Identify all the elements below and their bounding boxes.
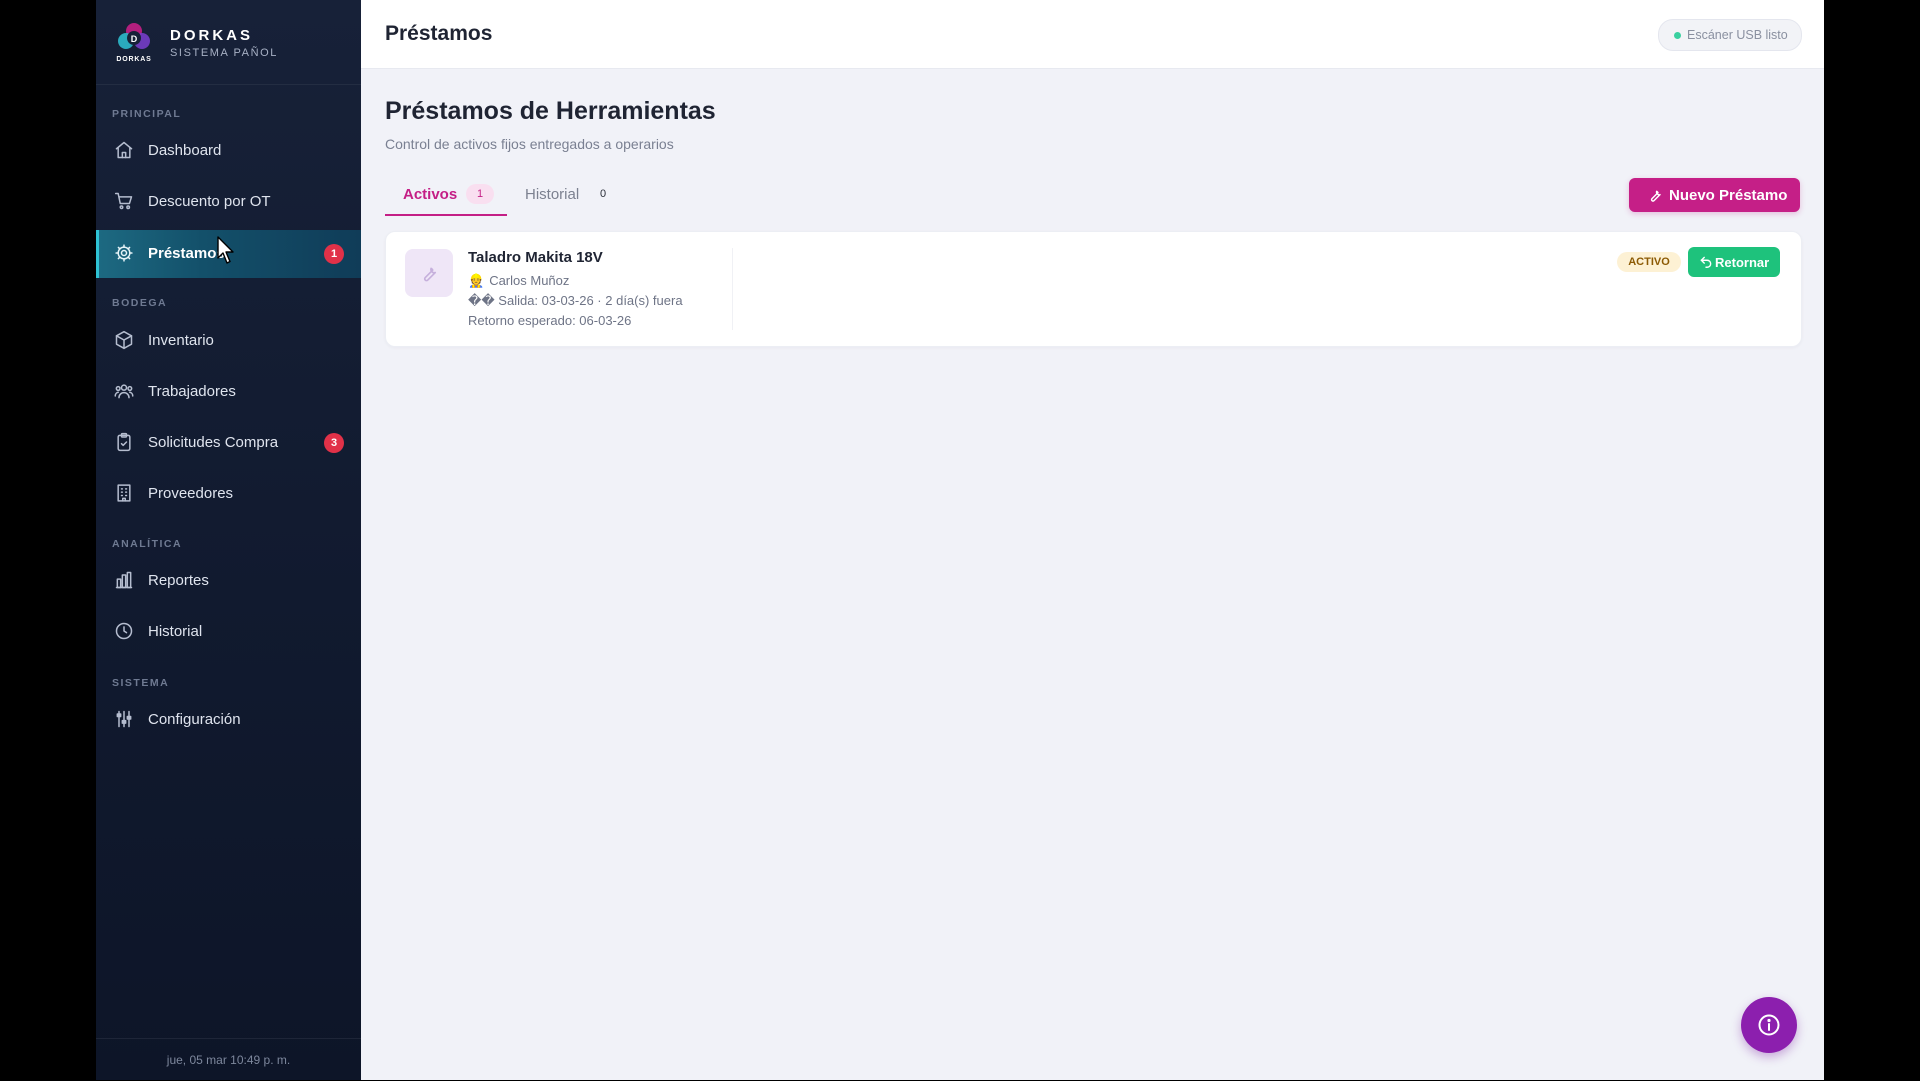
departure-info: Salida: 03-03-26 · 2 día(s) fuera bbox=[498, 293, 683, 308]
sidebar-item-solicitudes-compra[interactable]: Solicitudes Compra 3 bbox=[96, 419, 361, 467]
info-fab-button[interactable] bbox=[1741, 997, 1797, 1053]
topbar: Préstamos Escáner USB listo bbox=[361, 0, 1824, 69]
tab-label: Activos bbox=[403, 186, 458, 203]
return-arrow-icon bbox=[1699, 255, 1713, 269]
box-icon bbox=[114, 330, 134, 350]
sidebar-item-label: Trabajadores bbox=[148, 383, 236, 400]
clock-icon bbox=[114, 621, 134, 641]
tab-activos[interactable]: Activos 1 bbox=[385, 176, 507, 216]
worker-line: 👷 Carlos Muñoz bbox=[468, 273, 569, 289]
clipboard-icon bbox=[114, 432, 134, 452]
brand-subtitle: SISTEMA PAÑOL bbox=[170, 47, 279, 59]
tab-count-badge: 0 bbox=[599, 188, 607, 200]
return-label: Retornar bbox=[1715, 255, 1770, 270]
gear-icon bbox=[114, 243, 134, 263]
brand-title: DORKAS bbox=[170, 27, 254, 44]
logo: D DORKAS bbox=[114, 20, 154, 64]
sidebar-item-descuento-por-ot[interactable]: Descuento por OT bbox=[96, 178, 361, 226]
page-subtitle: Control de activos fijos entregados a op… bbox=[385, 136, 674, 152]
topbar-title: Préstamos bbox=[385, 22, 493, 45]
page-title: Préstamos de Herramientas bbox=[385, 97, 716, 125]
section-title-bodega: BODEGA bbox=[112, 297, 168, 309]
sidebar: D DORKAS DORKAS SISTEMA PAÑOL PRINCIPAL … bbox=[96, 0, 361, 1080]
sidebar-item-inventario[interactable]: Inventario bbox=[96, 317, 361, 365]
sidebar-item-label: Inventario bbox=[148, 332, 214, 349]
return-button[interactable]: Retornar bbox=[1688, 247, 1780, 277]
main-content: Préstamos Escáner USB listo Préstamos de… bbox=[361, 0, 1824, 1080]
home-icon bbox=[114, 140, 134, 160]
worker-icon: 👷 bbox=[468, 273, 485, 288]
right-letterbox bbox=[1824, 0, 1920, 1080]
sidebar-item-label: Dashboard bbox=[148, 142, 222, 159]
status-dot-icon bbox=[1674, 32, 1681, 39]
sidebar-datetime: jue, 05 mar 10:49 p. m. bbox=[96, 1038, 361, 1081]
app-window: D DORKAS DORKAS SISTEMA PAÑOL PRINCIPAL … bbox=[0, 0, 1920, 1080]
calendar-icon: �� bbox=[468, 293, 495, 308]
expected-return: Retorno esperado: 06-03-26 bbox=[468, 313, 632, 328]
sidebar-item-label: Reportes bbox=[148, 572, 209, 589]
wrench-icon bbox=[1647, 187, 1663, 203]
section-title-sistema: SISTEMA bbox=[112, 677, 170, 689]
sliders-icon bbox=[114, 709, 134, 729]
card-divider bbox=[732, 248, 733, 330]
scanner-status-label: Escáner USB listo bbox=[1687, 28, 1788, 42]
sidebar-item-trabajadores[interactable]: Trabajadores bbox=[96, 368, 361, 416]
nav-badge: 3 bbox=[324, 433, 344, 453]
sidebar-item-label: Préstamos bbox=[148, 245, 225, 262]
new-loan-label: Nuevo Préstamo bbox=[1669, 187, 1788, 204]
sidebar-item-label: Configuración bbox=[148, 711, 241, 728]
sidebar-item-label: Proveedores bbox=[148, 485, 234, 502]
section-title-principal: PRINCIPAL bbox=[112, 108, 182, 120]
loan-card: Taladro Makita 18V 👷 Carlos Muñoz �� Sali… bbox=[385, 231, 1802, 347]
tab-count-badge: 1 bbox=[466, 184, 494, 204]
logo-letter: D bbox=[131, 34, 138, 44]
tab-label: Historial bbox=[525, 186, 580, 203]
section-title-analitica: ANALÍTICA bbox=[112, 538, 183, 550]
logo-text: DORKAS bbox=[116, 56, 151, 63]
sidebar-item-label: Descuento por OT bbox=[148, 193, 271, 210]
left-letterbox bbox=[0, 0, 96, 1080]
tab-historial[interactable]: Historial 0 bbox=[507, 176, 627, 216]
departure-line: �� Salida: 03-03-26 · 2 día(s) fuera bbox=[468, 293, 683, 309]
status-badge: ACTIVO bbox=[1617, 252, 1681, 272]
tool-thumbnail bbox=[405, 249, 453, 297]
sidebar-item-reportes[interactable]: Reportes bbox=[96, 557, 361, 605]
nav-badge: 1 bbox=[324, 244, 344, 264]
mouse-cursor-icon bbox=[217, 236, 237, 266]
sidebar-item-configuracion[interactable]: Configuración bbox=[96, 696, 361, 744]
worker-name: Carlos Muñoz bbox=[489, 273, 570, 288]
sidebar-item-proveedores[interactable]: Proveedores bbox=[96, 470, 361, 518]
sidebar-item-historial[interactable]: Historial bbox=[96, 608, 361, 656]
sidebar-item-label: Historial bbox=[148, 623, 203, 640]
scanner-status-pill: Escáner USB listo bbox=[1658, 19, 1802, 51]
wrench-icon bbox=[423, 267, 437, 282]
new-loan-button[interactable]: Nuevo Préstamo bbox=[1629, 178, 1800, 212]
building-icon bbox=[114, 483, 134, 503]
bar-chart-icon bbox=[114, 570, 134, 590]
sidebar-item-label: Solicitudes Compra bbox=[148, 434, 279, 451]
tool-name: Taladro Makita 18V bbox=[468, 249, 603, 266]
sidebar-item-dashboard[interactable]: Dashboard bbox=[96, 127, 361, 175]
brand-header: D DORKAS DORKAS SISTEMA PAÑOL bbox=[96, 0, 361, 85]
tabs: Activos 1 Historial 0 bbox=[385, 176, 985, 216]
cart-icon bbox=[114, 191, 134, 211]
users-icon bbox=[114, 381, 134, 401]
info-icon bbox=[1758, 1014, 1780, 1036]
